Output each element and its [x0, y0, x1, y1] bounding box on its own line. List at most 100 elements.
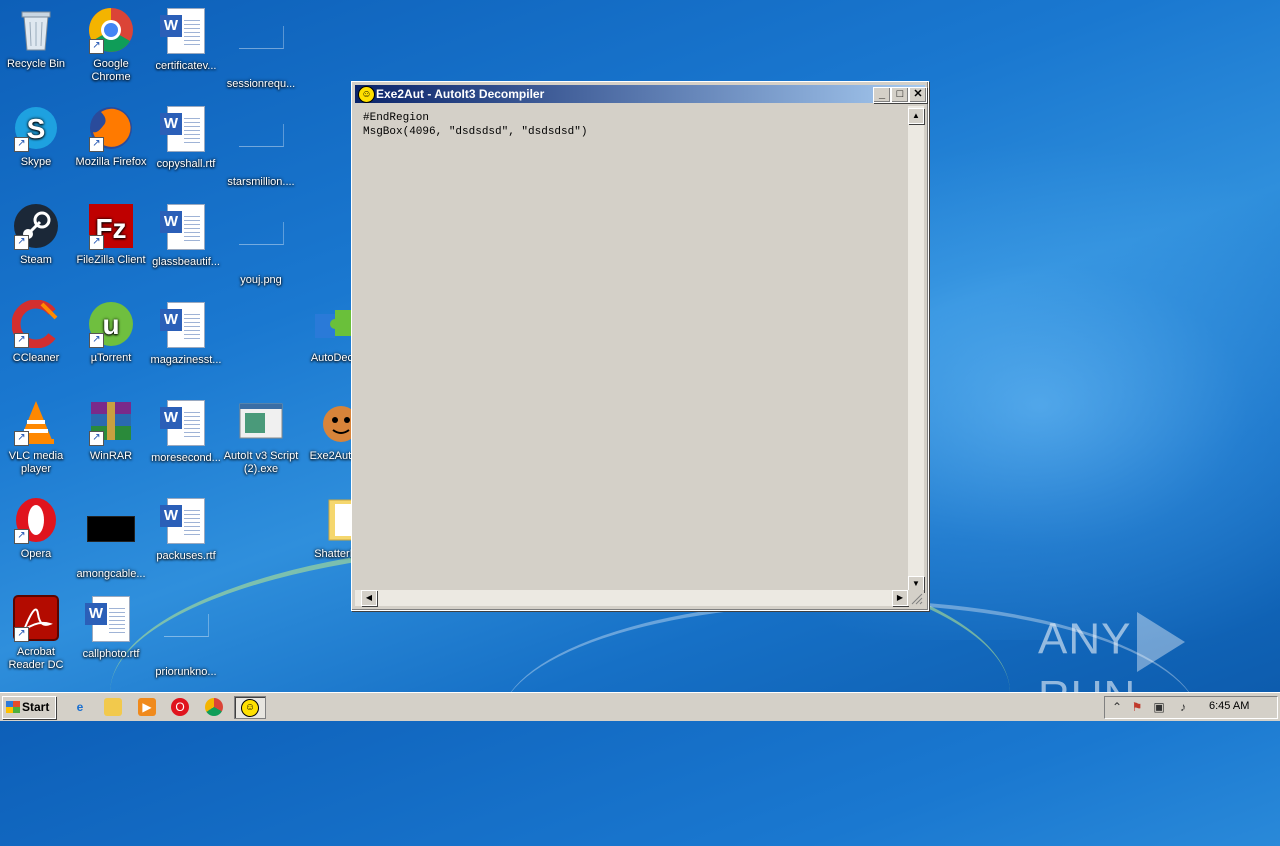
shortcut-arrow-icon: ↗: [14, 333, 29, 348]
autoit-script-icon: [237, 398, 285, 446]
taskbar: Start e ▶ O ☺ ⌃ ⚑ ▣ ♪ 6:45 AM: [0, 692, 1280, 721]
icon-label: Steam: [20, 254, 52, 266]
resize-grip-icon[interactable]: [908, 590, 924, 606]
icon-label: starsmillion....: [227, 176, 295, 188]
code-line: MsgBox(4096, "dsdsdsd", "dsdsdsd"): [363, 126, 588, 138]
desktop-icon-amongcable[interactable]: amongcable...: [73, 496, 149, 581]
vertical-scrollbar[interactable]: ▲ ▼: [908, 106, 924, 594]
desktop-icon-youj[interactable]: youj.png: [223, 202, 299, 287]
desktop-icon-ccleaner[interactable]: ↗ CCleaner: [0, 299, 74, 365]
action-center-icon[interactable]: ⚑: [1129, 699, 1145, 715]
desktop-icon-magazinesst[interactable]: W magazinesst...: [148, 300, 224, 367]
maximize-button[interactable]: □: [891, 87, 909, 103]
icon-label: AutoIt v3 Script (2).exe: [223, 450, 299, 475]
scroll-up-icon[interactable]: ▲: [908, 108, 924, 124]
icon-label: WinRAR: [89, 450, 133, 462]
shortcut-arrow-icon: ↗: [89, 235, 104, 250]
desktop-icon-priorunkno[interactable]: priorunkno...: [148, 594, 224, 679]
window-titlebar[interactable]: ☺ Exe2Aut - AutoIt3 Decompiler _ □ ✕: [355, 85, 927, 103]
desktop-icon-vlc[interactable]: ↗ VLC media player: [0, 398, 74, 476]
opera-icon: ↗: [12, 496, 60, 544]
clock[interactable]: 6:45 AM: [1209, 700, 1249, 712]
steam-icon: ↗: [12, 202, 60, 250]
start-button[interactable]: Start: [2, 696, 56, 719]
desktop-icon-acrobat[interactable]: ↗ Acrobat Reader DC: [0, 594, 74, 672]
word-document-icon: W: [160, 302, 210, 350]
desktop-icon-moresecond[interactable]: W moresecond...: [148, 398, 224, 465]
blank-image-icon: [237, 26, 285, 74]
scroll-left-icon[interactable]: ◀: [361, 590, 377, 606]
desktop-icon-winrar[interactable]: ↗ WinRAR: [73, 398, 149, 463]
icon-label: Recycle Bin: [6, 58, 66, 70]
desktop-icon-utorrent[interactable]: u ↗ µTorrent: [73, 300, 149, 365]
desktop-icon-callphoto[interactable]: W callphoto.rtf: [73, 594, 149, 661]
volume-icon[interactable]: ♪: [1175, 699, 1191, 715]
task-button-exe2aut[interactable]: ☺: [234, 696, 266, 719]
chrome-icon[interactable]: [205, 698, 223, 716]
opera-icon[interactable]: O: [171, 698, 189, 716]
desktop-icon-certificatev[interactable]: W certificatev...: [148, 6, 224, 73]
icon-label: callphoto.rtf: [82, 648, 140, 660]
icon-label: µTorrent: [90, 352, 132, 364]
icon-label: sessionrequ...: [226, 78, 296, 90]
recycle-bin-icon: [12, 6, 60, 54]
word-document-icon: W: [85, 596, 135, 644]
blank-image-icon: [162, 614, 210, 662]
icon-label: certificatev...: [155, 60, 217, 72]
close-button[interactable]: ✕: [909, 87, 927, 103]
internet-explorer-icon[interactable]: e: [71, 698, 89, 716]
icon-label: Acrobat Reader DC: [8, 646, 64, 671]
scroll-right-icon[interactable]: ▶: [892, 590, 908, 606]
exe2aut-window[interactable]: ☺ Exe2Aut - AutoIt3 Decompiler _ □ ✕ #En…: [351, 81, 929, 611]
horizontal-scrollbar[interactable]: ◀ ▶: [355, 590, 908, 606]
exe2aut-smiley-icon: ☺: [358, 86, 375, 103]
shortcut-arrow-icon: ↗: [89, 39, 104, 54]
word-document-icon: W: [160, 204, 210, 252]
windows-logo-icon: [6, 701, 20, 713]
desktop-icon-packuses[interactable]: W packuses.rtf: [148, 496, 224, 563]
word-document-icon: W: [160, 8, 210, 56]
minimize-button[interactable]: _: [873, 87, 891, 103]
blank-image-icon: [237, 124, 285, 172]
show-hidden-icons-icon[interactable]: ⌃: [1109, 699, 1125, 715]
icon-label: moresecond...: [151, 452, 221, 464]
shortcut-arrow-icon: ↗: [89, 137, 104, 152]
desktop-icon-recycle-bin[interactable]: Recycle Bin: [0, 6, 74, 71]
desktop-icon-firefox[interactable]: ↗ Mozilla Firefox: [73, 104, 149, 169]
svg-text:S: S: [27, 113, 46, 144]
icon-label: copyshall.rtf: [156, 158, 216, 170]
desktop-icon-opera[interactable]: ↗ Opera: [0, 496, 74, 561]
code-editor[interactable]: #EndRegion MsgBox(4096, "dsdsdsd", "dsds…: [355, 106, 908, 580]
icon-label: glassbeautif...: [152, 256, 220, 268]
system-tray: ⌃ ⚑ ▣ ♪ 6:45 AM: [1104, 696, 1278, 719]
desktop-icon-starsmillion[interactable]: starsmillion....: [223, 104, 299, 189]
black-image-icon: [87, 516, 135, 564]
icon-label: CCleaner: [12, 352, 60, 364]
utorrent-icon: u ↗: [87, 300, 135, 348]
desktop-icon-autoit-script[interactable]: AutoIt v3 Script (2).exe: [223, 398, 299, 476]
desktop-icon-filezilla[interactable]: Fz ↗ FileZilla Client: [73, 202, 149, 267]
code-line: #EndRegion: [363, 112, 430, 124]
desktop-icon-chrome[interactable]: ↗ Google Chrome: [73, 6, 149, 84]
skype-icon: S ↗: [12, 104, 60, 152]
icon-label: amongcable...: [76, 568, 146, 580]
exe2aut-smiley-icon: ☺: [241, 699, 259, 717]
word-document-icon: W: [160, 400, 210, 448]
shortcut-arrow-icon: ↗: [14, 627, 29, 642]
desktop-icon-sessionrequ[interactable]: sessionrequ...: [223, 6, 299, 91]
ccleaner-icon: ↗: [11, 299, 60, 349]
desktop-icon-copyshall[interactable]: W copyshall.rtf: [148, 104, 224, 171]
network-icon[interactable]: ▣: [1151, 699, 1167, 715]
word-document-icon: W: [160, 106, 210, 154]
window-title: Exe2Aut - AutoIt3 Decompiler: [376, 87, 545, 101]
desktop-icon-skype[interactable]: S ↗ Skype: [0, 104, 74, 169]
icon-label: FileZilla Client: [76, 254, 146, 266]
explorer-folder-icon[interactable]: [104, 698, 122, 716]
desktop-icon-glassbeautif[interactable]: W glassbeautif...: [148, 202, 224, 269]
icon-label: youj.png: [240, 274, 282, 286]
desktop-icon-steam[interactable]: ↗ Steam: [0, 202, 74, 267]
start-label: Start: [22, 700, 50, 714]
media-player-icon[interactable]: ▶: [138, 698, 156, 716]
play-icon: [1137, 612, 1186, 672]
icon-label: VLC media player: [8, 450, 64, 475]
